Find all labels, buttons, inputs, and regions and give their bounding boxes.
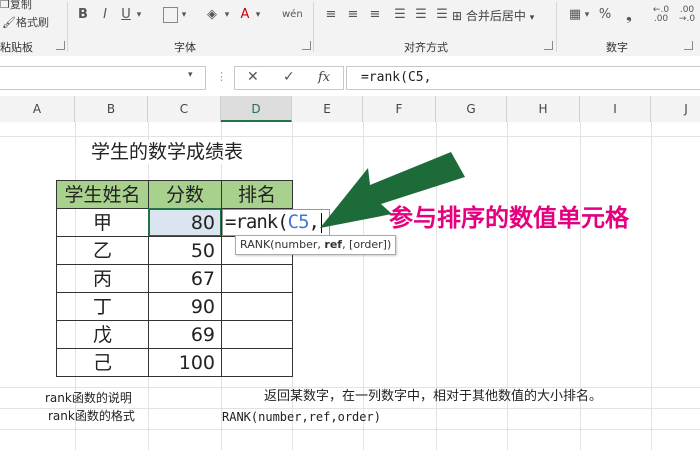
- align-center-icon[interactable]: ☰: [414, 6, 428, 24]
- format-painter-button[interactable]: 🖌格式刷: [2, 14, 49, 30]
- rank-cell[interactable]: [221, 320, 293, 349]
- column-header-i[interactable]: I: [580, 96, 651, 122]
- note-text: RANK(number,ref,order): [222, 410, 381, 424]
- score-cell[interactable]: 50: [148, 236, 222, 265]
- merge-icon: ⊞: [452, 9, 463, 23]
- alignment-launcher-icon[interactable]: [544, 41, 553, 50]
- ribbon: ❐复制 🖌格式刷 粘贴板 B I U ▾ ▾ ◈ ▾ A ▾ wén 字体 ≡ …: [0, 0, 700, 57]
- align-middle-icon[interactable]: ≡: [346, 6, 360, 24]
- divider: [313, 2, 314, 52]
- more-icon: ⋮: [216, 70, 227, 83]
- sheet-title: 学生的数学成绩表: [89, 140, 246, 164]
- gridline: [0, 429, 700, 430]
- column-header-f[interactable]: F: [363, 96, 436, 122]
- fill-color-icon[interactable]: ◈: [203, 6, 221, 24]
- clipboard-launcher-icon[interactable]: [56, 41, 65, 50]
- cancel-icon[interactable]: ✕: [247, 69, 259, 85]
- underline-button[interactable]: U: [119, 6, 133, 24]
- enter-icon[interactable]: ✓: [283, 69, 295, 85]
- chevron-down-icon[interactable]: ▾: [188, 70, 193, 80]
- worksheet[interactable]: 学生的数学成绩表 学生姓名 分数 排名 甲 80 乙 50 丙 67 丁 90 …: [0, 122, 700, 450]
- score-cell[interactable]: 100: [148, 348, 222, 377]
- chevron-down-icon[interactable]: ▾: [135, 6, 143, 24]
- align-left-icon[interactable]: ☰: [393, 6, 407, 24]
- divider: [556, 2, 557, 52]
- header-rank[interactable]: 排名: [221, 180, 293, 209]
- align-right-icon[interactable]: ☰: [435, 6, 449, 24]
- column-header-d[interactable]: D: [221, 96, 292, 122]
- note-label: rank函数的说明: [45, 391, 132, 405]
- score-cell[interactable]: 67: [148, 264, 222, 293]
- alignment-group-label: 对齐方式: [404, 41, 448, 54]
- comma-style-icon[interactable]: ❟: [622, 6, 636, 24]
- format-painter-icon: 🖌: [2, 16, 16, 29]
- student-name-cell[interactable]: 己: [56, 348, 149, 377]
- column-header-c[interactable]: C: [148, 96, 221, 122]
- score-cell-c5[interactable]: 80: [148, 208, 222, 237]
- note-text: 返回某数字，在一列数字中，相对于其他数值的大小排名。: [264, 389, 603, 404]
- column-header-b[interactable]: B: [75, 96, 148, 122]
- font-launcher-icon[interactable]: [302, 41, 311, 50]
- divider: [67, 2, 68, 52]
- formula-buttons: ✕ ✓ fx: [234, 66, 344, 90]
- rank-cell[interactable]: [221, 264, 293, 293]
- copy-button[interactable]: ❐复制: [0, 0, 32, 12]
- font-color-icon[interactable]: A: [238, 6, 252, 24]
- chevron-down-icon[interactable]: ▾: [223, 6, 231, 24]
- rank-cell[interactable]: [221, 292, 293, 321]
- editor-cell-reference: C5: [287, 211, 310, 233]
- chevron-down-icon: ▾: [529, 13, 535, 23]
- student-name-cell[interactable]: 丁: [56, 292, 149, 321]
- italic-button[interactable]: I: [99, 6, 111, 24]
- decrease-decimal-icon[interactable]: .00 →.0: [676, 6, 698, 24]
- column-header-h[interactable]: H: [507, 96, 580, 122]
- clipboard-group-label: 粘贴板: [0, 41, 33, 54]
- bold-button[interactable]: B: [76, 6, 90, 24]
- header-score[interactable]: 分数: [148, 180, 222, 209]
- header-student-name[interactable]: 学生姓名: [56, 180, 149, 209]
- chevron-down-icon[interactable]: ▾: [254, 6, 262, 24]
- gridline: [0, 136, 700, 137]
- formula-input[interactable]: =rank(C5,: [346, 66, 700, 90]
- align-bottom-icon[interactable]: ≡: [368, 6, 382, 24]
- formula-text: =rank(C5,: [361, 70, 432, 85]
- student-name-cell[interactable]: 丙: [56, 264, 149, 293]
- align-top-icon[interactable]: ≡: [324, 6, 338, 24]
- score-cell[interactable]: 69: [148, 320, 222, 349]
- column-header-a[interactable]: A: [0, 96, 75, 122]
- number-group-label: 数字: [606, 41, 628, 54]
- font-group-label: 字体: [174, 41, 196, 54]
- column-header-g[interactable]: G: [436, 96, 507, 122]
- phonetic-icon[interactable]: wén: [282, 6, 303, 24]
- editor-prefix: =rank(: [225, 211, 289, 233]
- number-launcher-icon[interactable]: [684, 41, 693, 50]
- rank-cell[interactable]: [221, 348, 293, 377]
- increase-decimal-icon[interactable]: ←.0.00: [650, 6, 672, 24]
- merge-center-button[interactable]: ⊞ 合并后居中 ▾: [452, 7, 534, 25]
- note-label: rank函数的格式: [48, 409, 135, 423]
- border-icon[interactable]: [163, 7, 178, 23]
- column-header-e[interactable]: E: [292, 96, 363, 122]
- column-header-j[interactable]: J: [651, 96, 700, 122]
- percent-button[interactable]: %: [598, 6, 612, 24]
- student-name-cell[interactable]: 甲: [56, 208, 149, 237]
- gridline: [651, 122, 652, 450]
- insert-function-button[interactable]: fx: [318, 70, 330, 85]
- column-headers: A B C D E F G H I J: [0, 96, 700, 123]
- chevron-down-icon[interactable]: ▾: [583, 6, 591, 24]
- copy-icon: ❐: [0, 0, 10, 11]
- score-cell[interactable]: 90: [148, 292, 222, 321]
- name-box[interactable]: ▾: [0, 66, 206, 90]
- student-name-cell[interactable]: 戊: [56, 320, 149, 349]
- currency-icon[interactable]: ▦: [566, 6, 584, 24]
- annotation-text: 参与排序的数值单元格: [389, 204, 629, 232]
- student-name-cell[interactable]: 乙: [56, 236, 149, 265]
- chevron-down-icon[interactable]: ▾: [180, 6, 188, 24]
- formula-bar: ▾ ⋮ ✕ ✓ fx =rank(C5,: [0, 56, 700, 97]
